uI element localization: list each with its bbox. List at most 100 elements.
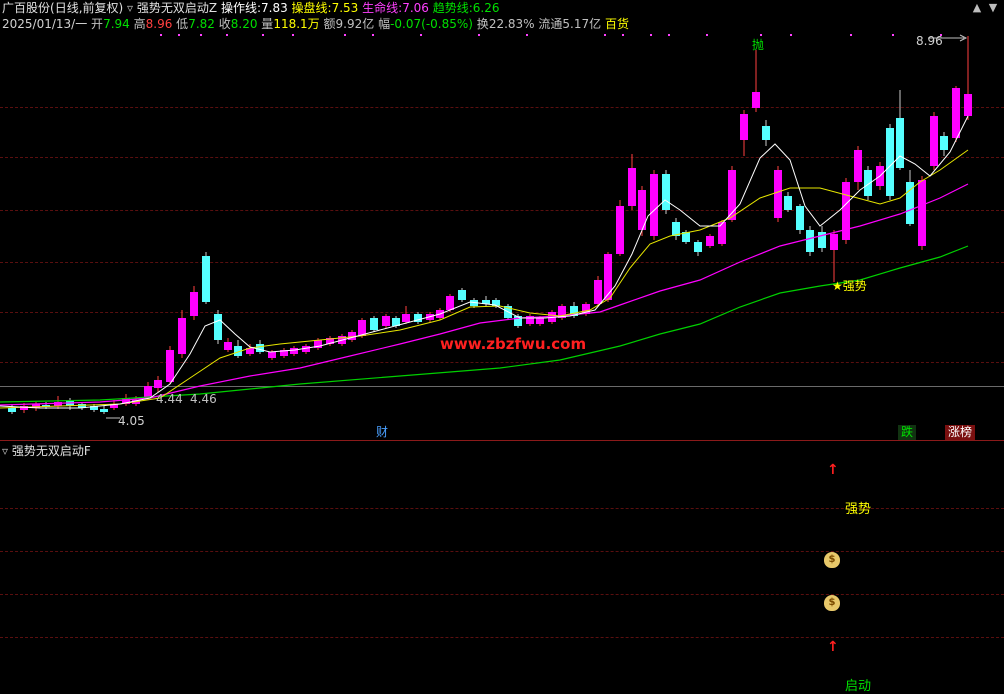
- volume-label: 量: [261, 17, 274, 31]
- change-label: 幅: [378, 17, 391, 31]
- candle-body[interactable]: [166, 350, 174, 382]
- candle-body[interactable]: [628, 168, 636, 206]
- candle-body[interactable]: [348, 332, 356, 340]
- sector-tag[interactable]: 百货: [605, 17, 629, 31]
- up-arrow-icon: ↑: [827, 462, 839, 478]
- high-price-marker: 8.96: [916, 34, 943, 48]
- signal-dot: [706, 34, 708, 36]
- candle-body[interactable]: [694, 242, 702, 252]
- candle-body[interactable]: [458, 290, 466, 300]
- mid-price-label-2: 4.46: [190, 392, 217, 406]
- candle-body[interactable]: [896, 118, 904, 168]
- candle-body[interactable]: [740, 114, 748, 140]
- candle-body[interactable]: [650, 174, 658, 236]
- start-text: 启动: [845, 679, 872, 694]
- candle-body[interactable]: [446, 296, 454, 310]
- scroll-up-icon[interactable]: ▲: [970, 1, 984, 15]
- candle-body[interactable]: [918, 180, 926, 246]
- line-trend-label: 趋势线:: [432, 1, 473, 15]
- money-bag-icon: $: [824, 552, 840, 568]
- subchart-title[interactable]: 强势无双启动F: [12, 444, 91, 458]
- stock-name[interactable]: 广百股份: [2, 1, 50, 15]
- candle-body[interactable]: [144, 386, 152, 398]
- candle-body[interactable]: [806, 230, 814, 252]
- strong-text: 强势: [845, 502, 872, 517]
- line-op-label: 操作线:: [220, 1, 261, 15]
- signal-dot: [604, 34, 606, 36]
- money-bag-icon: $: [824, 595, 840, 611]
- signal-dot: [650, 34, 652, 36]
- candle-body[interactable]: [952, 88, 960, 138]
- candle-body[interactable]: [594, 280, 602, 304]
- signal-dot: [790, 34, 792, 36]
- candle-body[interactable]: [100, 409, 108, 412]
- candle-body[interactable]: [784, 196, 792, 210]
- candle-body[interactable]: [940, 136, 948, 150]
- candle-body[interactable]: [268, 352, 276, 358]
- candle-body[interactable]: [796, 206, 804, 230]
- sub-grid-line: [0, 551, 1004, 552]
- candle-body[interactable]: [752, 92, 760, 108]
- signal-dot: [892, 34, 894, 36]
- signal-dot: [178, 34, 180, 36]
- candle-body[interactable]: [662, 174, 670, 210]
- float-label: 流通: [538, 17, 563, 31]
- candle-body[interactable]: [8, 408, 16, 412]
- candle-body[interactable]: [536, 318, 544, 324]
- subchart-settings-icon[interactable]: ▿: [2, 444, 8, 458]
- strong-signal-label: ★强势: [832, 279, 867, 293]
- candle-body[interactable]: [762, 126, 770, 140]
- indicator-header: 广百股份(日线,前复权) ▿ 强势无双启动Z 操作线:7.83 操盘线:7.53…: [2, 0, 500, 16]
- candle-body[interactable]: [154, 380, 162, 388]
- candle-body[interactable]: [964, 94, 972, 116]
- candle-body[interactable]: [290, 348, 298, 354]
- candle-body[interactable]: [930, 116, 938, 166]
- quote-bar: 2025/01/13/一 开7.94 高8.96 低7.82 收8.20 量11…: [2, 16, 629, 32]
- signal-dot: [344, 34, 346, 36]
- candle-body[interactable]: [830, 234, 838, 250]
- limit-up-list-tag[interactable]: 涨榜: [945, 425, 976, 440]
- candle-body[interactable]: [774, 170, 782, 218]
- candle-body[interactable]: [370, 318, 378, 330]
- candle-body[interactable]: [178, 318, 186, 354]
- candle-body[interactable]: [402, 314, 410, 322]
- candle-body[interactable]: [616, 206, 624, 254]
- indicator-name[interactable]: 强势无双启动Z: [137, 1, 217, 15]
- close-value: 8.20: [230, 17, 258, 31]
- candle-body[interactable]: [202, 256, 210, 302]
- candle-body[interactable]: [382, 316, 390, 326]
- finance-event-tag[interactable]: 财: [373, 425, 391, 440]
- pane-divider[interactable]: [0, 440, 1004, 441]
- signal-dot: [160, 34, 162, 36]
- line-op-value: 7.83: [261, 1, 288, 15]
- float-value: 5.17亿: [562, 17, 602, 31]
- drop-event-tag[interactable]: 跌: [898, 425, 917, 440]
- scroll-down-icon[interactable]: ▼: [986, 1, 1000, 15]
- sub-grid-line: [0, 637, 1004, 638]
- low-value: 7.82: [188, 17, 215, 31]
- line-trade-label: 操盘线:: [291, 1, 332, 15]
- watermark-text: www.zbzfwu.com: [440, 335, 587, 353]
- turnover-label: 换: [476, 17, 489, 31]
- up-arrow-icon: ↑: [827, 639, 839, 655]
- candle-body[interactable]: [224, 342, 232, 350]
- line-life-value: 7.06: [402, 1, 429, 15]
- candle-body[interactable]: [190, 292, 198, 316]
- candle-body[interactable]: [854, 150, 862, 182]
- signal-dot: [292, 34, 294, 36]
- candle-body[interactable]: [886, 128, 894, 196]
- candle-body[interactable]: [706, 236, 714, 246]
- candle-body[interactable]: [256, 344, 264, 352]
- candle-body[interactable]: [842, 182, 850, 240]
- line-trend-value: 6.26: [472, 1, 500, 15]
- kline-chart[interactable]: [0, 34, 1004, 434]
- low-label: 低: [176, 17, 189, 31]
- settings-circle-icon[interactable]: ▿: [127, 1, 133, 15]
- chart-mode[interactable]: (日线,前复权): [50, 1, 123, 15]
- candle-body[interactable]: [604, 254, 612, 300]
- pao-sell-signal: 抛: [752, 38, 765, 52]
- candle-body[interactable]: [214, 314, 222, 340]
- candle-body[interactable]: [718, 222, 726, 244]
- signal-dot: [226, 34, 228, 36]
- high-value: 8.96: [145, 17, 173, 31]
